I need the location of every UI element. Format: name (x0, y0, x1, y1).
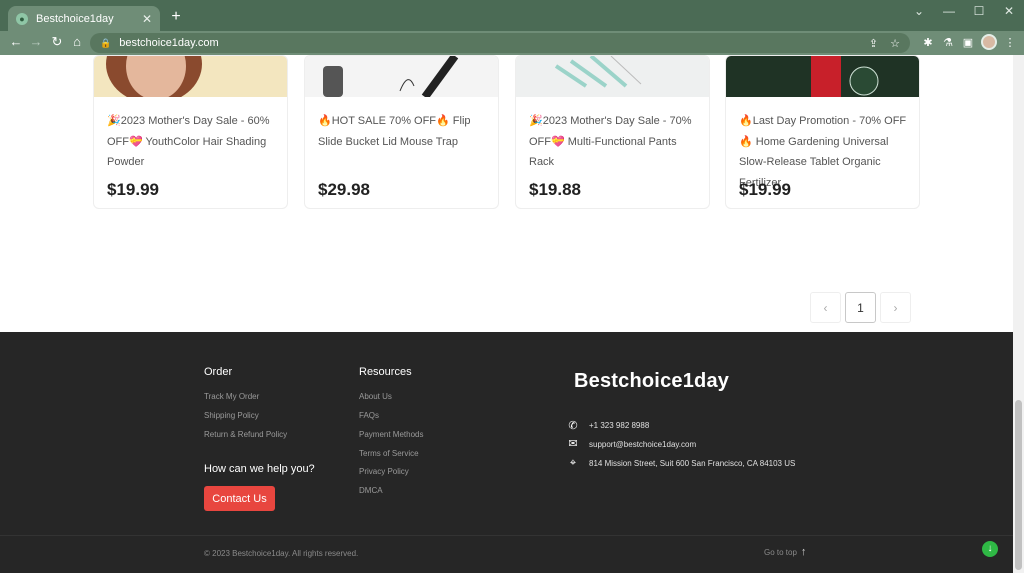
product-price: $19.99 (107, 180, 159, 199)
contact-email[interactable]: support@bestchoice1day.com (589, 440, 696, 449)
footer-divider (0, 535, 1013, 536)
product-card[interactable]: 🎉2023 Mother's Day Sale - 60% OFF💝 Youth… (93, 55, 288, 209)
product-image[interactable] (516, 56, 709, 97)
footer-link-faqs[interactable]: FAQs (359, 411, 379, 420)
share-icon[interactable]: ⇪ (869, 37, 878, 50)
back-icon[interactable]: ← (8, 34, 24, 50)
product-image[interactable] (726, 56, 919, 97)
product-title[interactable]: 🔥HOT SALE 70% OFF🔥 Flip Slide Bucket Lid… (305, 97, 498, 180)
menu-kebab-icon[interactable]: ⋮ (1002, 35, 1018, 51)
footer-resources-title: Resources (359, 366, 412, 378)
bookmark-star-icon[interactable]: ☆ (890, 37, 900, 50)
contact-phone[interactable]: +1 323 982 8988 (589, 421, 649, 430)
page-scrollbar[interactable] (1013, 55, 1024, 573)
download-icon[interactable]: ↓ (982, 541, 998, 557)
arrow-up-icon: ↑ (800, 546, 807, 558)
home-icon[interactable]: ⌂ (69, 34, 85, 50)
footer-link-track-order[interactable]: Track My Order (204, 392, 259, 401)
product-price: $29.98 (318, 180, 370, 199)
lock-icon: 🔒 (100, 37, 112, 48)
footer-link-shipping-policy[interactable]: Shipping Policy (204, 411, 259, 420)
site-favicon-icon: ● (16, 12, 28, 25)
minimize-button[interactable]: — (934, 4, 964, 18)
footer-link-payment-methods[interactable]: Payment Methods (359, 430, 423, 439)
browser-toolbar: ← → ↻ ⌂ 🔒 bestchoice1day.com ⇪ ☆ ✱ ⚗ ▣ ⋮ (0, 31, 1024, 55)
product-price: $19.99 (739, 180, 791, 199)
pagination-page-1[interactable]: 1 (845, 292, 876, 323)
location-pin-icon: ⌖ (569, 457, 577, 469)
browser-tab[interactable]: ● Bestchoice1day ✕ (8, 6, 160, 31)
address-bar[interactable]: 🔒 bestchoice1day.com ⇪ ☆ (90, 33, 910, 53)
help-heading: How can we help you? (204, 463, 315, 475)
forward-icon[interactable]: → (28, 34, 44, 50)
footer-link-dmca[interactable]: DMCA (359, 486, 383, 495)
product-price: $19.88 (529, 180, 581, 199)
url-text: bestchoice1day.com (119, 37, 219, 49)
new-tab-button[interactable]: + (168, 8, 184, 26)
profile-avatar[interactable] (981, 34, 997, 50)
scrollbar-thumb[interactable] (1015, 400, 1022, 570)
maximize-button[interactable]: ☐ (964, 4, 994, 18)
extensions-icon[interactable]: ✱ (920, 35, 936, 51)
product-image[interactable] (94, 56, 287, 104)
site-footer: Order Track My Order Shipping Policy Ret… (0, 332, 1013, 573)
footer-link-privacy[interactable]: Privacy Policy (359, 467, 409, 476)
footer-link-about-us[interactable]: About Us (359, 392, 392, 401)
copyright-text: © 2023 Bestchoice1day. All rights reserv… (204, 549, 359, 558)
product-image[interactable] (305, 56, 498, 100)
phone-icon: ✆ (568, 420, 578, 432)
browser-tabbar: ● Bestchoice1day ✕ + ⌄ — ☐ ✕ (0, 0, 1024, 31)
tab-search-icon[interactable]: ⌄ (904, 4, 934, 18)
pagination-prev-button[interactable]: ‹ (810, 292, 841, 323)
footer-link-return-policy[interactable]: Return & Refund Policy (204, 430, 287, 439)
product-card[interactable]: 🎉2023 Mother's Day Sale - 70% OFF💝 Multi… (515, 55, 710, 209)
footer-link-terms[interactable]: Terms of Service (359, 449, 419, 458)
side-panel-icon[interactable]: ▣ (960, 35, 976, 51)
web-page: 🎉2023 Mother's Day Sale - 60% OFF💝 Youth… (0, 55, 1013, 573)
go-to-top-label: Go to top (764, 547, 797, 557)
close-window-button[interactable]: ✕ (994, 4, 1024, 18)
close-tab-icon[interactable]: ✕ (142, 12, 152, 26)
contact-address: 814 Mission Street, Suit 600 San Francis… (589, 459, 796, 468)
contact-us-button[interactable]: Contact Us (204, 486, 275, 511)
footer-order-title: Order (204, 366, 233, 378)
tab-title: Bestchoice1day (36, 12, 114, 25)
labs-flask-icon[interactable]: ⚗ (940, 35, 956, 51)
product-title[interactable]: 🔥Last Day Promotion - 70% OFF🔥 Home Gard… (726, 97, 919, 189)
product-title[interactable]: 🎉2023 Mother's Day Sale - 60% OFF💝 Youth… (94, 97, 287, 180)
mail-icon: ✉ (568, 438, 578, 450)
product-title[interactable]: 🎉2023 Mother's Day Sale - 70% OFF💝 Multi… (516, 97, 709, 180)
footer-brand-logo[interactable]: Bestchoice1day (574, 370, 729, 393)
product-card[interactable]: 🔥Last Day Promotion - 70% OFF🔥 Home Gard… (725, 55, 920, 209)
pagination-next-button[interactable]: › (880, 292, 911, 323)
product-card[interactable]: 🔥HOT SALE 70% OFF🔥 Flip Slide Bucket Lid… (304, 55, 499, 209)
reload-icon[interactable]: ↻ (49, 34, 65, 50)
go-to-top-link[interactable]: Go to top ↑ (764, 546, 806, 558)
